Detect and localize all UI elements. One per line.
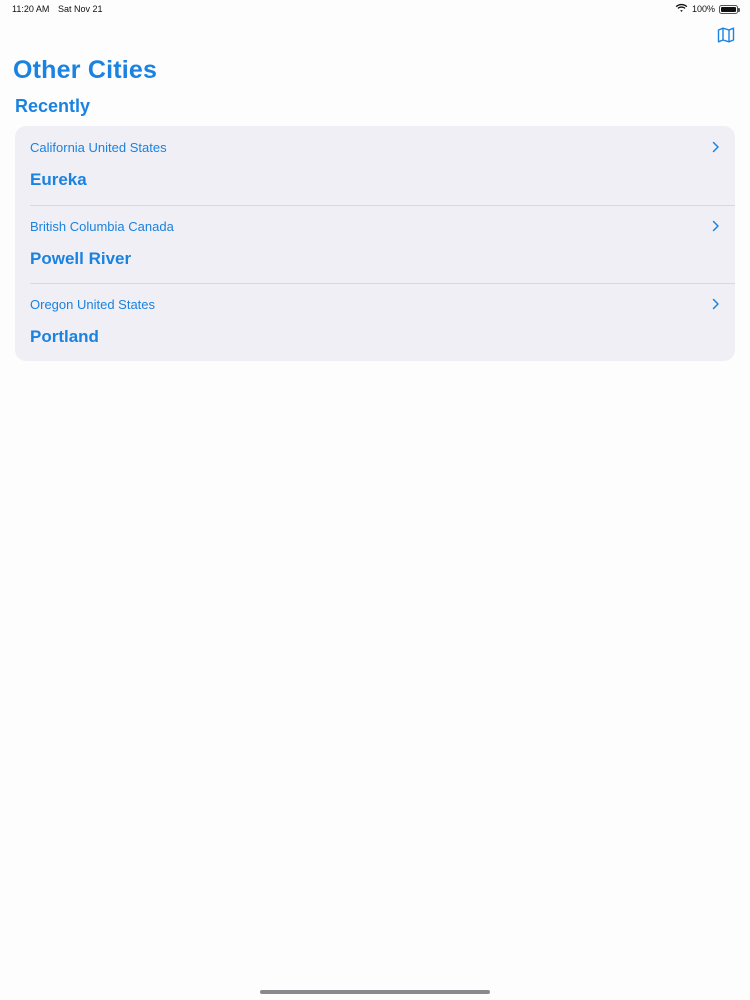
city-name: Portland — [30, 327, 99, 346]
status-bar: 11:20 AM Sat Nov 21 100% — [0, 0, 750, 18]
chevron-right-icon — [711, 140, 721, 154]
chevron-right-icon — [711, 297, 721, 311]
city-row-powell-river[interactable]: British Columbia Canada Powell River — [15, 204, 735, 284]
map-icon — [717, 27, 735, 48]
home-indicator[interactable] — [260, 990, 490, 994]
city-name: Eureka — [30, 170, 87, 189]
city-region: Oregon United States — [30, 297, 156, 312]
map-button[interactable] — [716, 27, 736, 48]
battery-icon — [719, 4, 740, 14]
city-region: California United States — [30, 140, 167, 155]
status-time: 11:20 AM — [12, 4, 50, 14]
screen: 11:20 AM Sat Nov 21 100% Other Cities Re… — [0, 0, 750, 1000]
section-title: Recently — [15, 96, 91, 116]
city-name: Powell River — [30, 248, 132, 268]
status-indicators: 100% — [675, 0, 740, 18]
page-title: Other Cities — [13, 56, 158, 84]
status-date: Sat Nov 21 — [58, 4, 103, 14]
city-row-eureka[interactable]: California United States Eureka — [15, 126, 735, 205]
battery-percentage: 100% — [691, 4, 715, 14]
chevron-right-icon — [711, 219, 721, 233]
wifi-icon — [675, 0, 688, 18]
city-region: British Columbia Canada — [30, 218, 174, 234]
city-row-portland[interactable]: Oregon United States Portland — [15, 283, 735, 361]
recent-cities-list: California United States Eureka British … — [15, 126, 735, 361]
